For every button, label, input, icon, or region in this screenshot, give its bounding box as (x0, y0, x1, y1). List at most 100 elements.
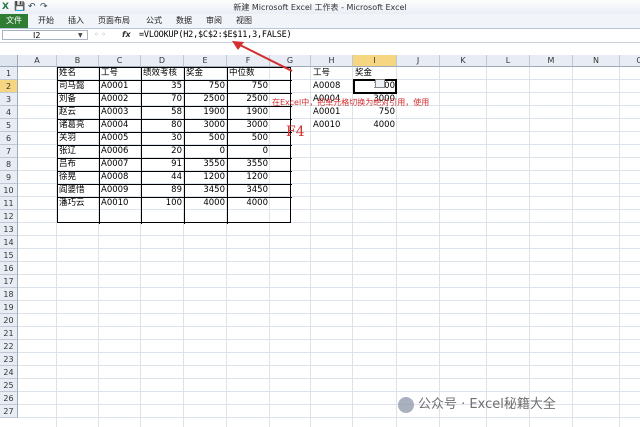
column-header-n[interactable]: N (573, 55, 620, 67)
lookup-cell[interactable]: 4000 (353, 119, 397, 132)
table-cell[interactable]: 司马懿 (57, 80, 99, 93)
formula-input[interactable]: =VLOOKUP(H2,$C$2:$E$11,3,FALSE) (139, 29, 292, 41)
table-cell[interactable]: 4000 (184, 197, 227, 210)
row-header-3[interactable]: 3 (0, 93, 18, 106)
lookup-header-cell[interactable]: 工号 (311, 67, 353, 80)
tab-page-layout[interactable]: 页面布局 (98, 14, 130, 28)
row-header-27[interactable]: 27 (0, 405, 18, 418)
row-header-17[interactable]: 17 (0, 275, 18, 288)
table-cell[interactable]: 2500 (184, 93, 227, 106)
row-header-19[interactable]: 19 (0, 301, 18, 314)
row-header-18[interactable]: 18 (0, 288, 18, 301)
table-cell[interactable]: 赵云 (57, 106, 99, 119)
table-cell[interactable]: 30 (141, 132, 184, 145)
column-header-j[interactable]: J (397, 55, 440, 67)
table-cell[interactable]: 750 (227, 80, 270, 93)
table-cell[interactable]: 58 (141, 106, 184, 119)
tab-file[interactable]: 文件 (0, 14, 28, 28)
table-cell[interactable]: 3550 (184, 158, 227, 171)
table-cell[interactable]: A0005 (99, 132, 141, 145)
row-header-4[interactable]: 4 (0, 106, 18, 119)
table-cell[interactable]: A0001 (99, 80, 141, 93)
column-header-h[interactable]: H (311, 55, 353, 67)
table-cell[interactable]: 1200 (227, 171, 270, 184)
lookup-cell[interactable]: A0010 (311, 119, 353, 132)
tab-insert[interactable]: 插入 (68, 14, 84, 28)
table-cell[interactable]: 2500 (227, 93, 270, 106)
row-header-15[interactable]: 15 (0, 249, 18, 262)
row-header-21[interactable]: 21 (0, 327, 18, 340)
row-header-9[interactable]: 9 (0, 171, 18, 184)
table-cell[interactable]: 1200 (184, 171, 227, 184)
table-cell[interactable]: 91 (141, 158, 184, 171)
column-header-m[interactable]: M (530, 55, 573, 67)
table-cell[interactable]: 3000 (227, 119, 270, 132)
table-header-cell[interactable]: 姓名 (57, 67, 99, 80)
column-header-i[interactable]: I (353, 55, 397, 67)
table-cell[interactable]: 500 (227, 132, 270, 145)
table-cell[interactable]: A0009 (99, 184, 141, 197)
column-header-o[interactable]: O (620, 55, 640, 67)
row-header-25[interactable]: 25 (0, 379, 18, 392)
column-header-k[interactable]: K (440, 55, 487, 67)
table-cell[interactable]: 80 (141, 119, 184, 132)
row-header-13[interactable]: 13 (0, 223, 18, 236)
column-header-g[interactable]: G (270, 55, 311, 67)
table-header-cell[interactable]: 绩效考核 (141, 67, 184, 80)
table-cell[interactable]: 89 (141, 184, 184, 197)
table-header-cell[interactable]: 奖金 (184, 67, 227, 80)
column-header-a[interactable]: A (18, 55, 57, 67)
row-header-10[interactable]: 10 (0, 184, 18, 197)
table-cell[interactable]: 20 (141, 145, 184, 158)
table-cell[interactable]: A0010 (99, 197, 141, 210)
table-cell[interactable]: 1900 (184, 106, 227, 119)
table-cell[interactable]: 阎婆惜 (57, 184, 99, 197)
table-cell[interactable]: A0008 (99, 171, 141, 184)
tab-data[interactable]: 数据 (176, 14, 192, 28)
table-cell[interactable]: 0 (184, 145, 227, 158)
table-cell[interactable]: 4000 (227, 197, 270, 210)
table-cell[interactable]: A0007 (99, 158, 141, 171)
row-header-23[interactable]: 23 (0, 353, 18, 366)
chevron-down-icon[interactable]: ▼ (78, 32, 83, 39)
column-header-l[interactable]: L (487, 55, 530, 67)
table-cell[interactable]: 35 (141, 80, 184, 93)
table-cell[interactable]: A0002 (99, 93, 141, 106)
row-header-20[interactable]: 20 (0, 314, 18, 327)
table-cell[interactable]: 3450 (227, 184, 270, 197)
table-cell[interactable]: 0 (227, 145, 270, 158)
table-cell[interactable]: 3550 (227, 158, 270, 171)
table-cell[interactable]: 3000 (184, 119, 227, 132)
lookup-cell[interactable]: A0008 (311, 80, 353, 93)
table-cell[interactable]: 750 (184, 80, 227, 93)
table-header-cell[interactable]: 中位数 (227, 67, 270, 80)
table-cell[interactable]: 吕布 (57, 158, 99, 171)
name-box[interactable]: I2 (2, 30, 88, 40)
select-all-corner[interactable] (0, 55, 18, 67)
column-header-e[interactable]: E (184, 55, 227, 67)
table-cell[interactable]: 100 (141, 197, 184, 210)
table-cell[interactable]: A0006 (99, 145, 141, 158)
row-header-7[interactable]: 7 (0, 145, 18, 158)
worksheet-grid[interactable]: 姓名 工号 绩效考核 奖金 中位数 司马懿 A0001 35 750 750 刘备 A0002 70 25… (18, 67, 640, 427)
insert-function-icon[interactable]: fx (122, 30, 131, 39)
row-header-2[interactable]: 2 (0, 80, 18, 93)
row-header-6[interactable]: 6 (0, 132, 18, 145)
column-header-c[interactable]: C (99, 55, 141, 67)
tab-view[interactable]: 视图 (236, 14, 252, 28)
table-cell[interactable]: A0004 (99, 119, 141, 132)
tab-home[interactable]: 开始 (38, 14, 54, 28)
column-header-b[interactable]: B (57, 55, 99, 67)
paste-options-icon[interactable] (375, 79, 385, 88)
table-cell[interactable]: 张辽 (57, 145, 99, 158)
table-cell[interactable]: 潘巧云 (57, 197, 99, 210)
table-cell[interactable]: 500 (184, 132, 227, 145)
table-cell[interactable]: 关羽 (57, 132, 99, 145)
table-cell[interactable]: 诸葛亮 (57, 119, 99, 132)
tab-review[interactable]: 审阅 (206, 14, 222, 28)
table-cell[interactable]: 徐晃 (57, 171, 99, 184)
row-header-24[interactable]: 24 (0, 366, 18, 379)
row-header-14[interactable]: 14 (0, 236, 18, 249)
row-header-5[interactable]: 5 (0, 119, 18, 132)
table-cell[interactable]: A0003 (99, 106, 141, 119)
